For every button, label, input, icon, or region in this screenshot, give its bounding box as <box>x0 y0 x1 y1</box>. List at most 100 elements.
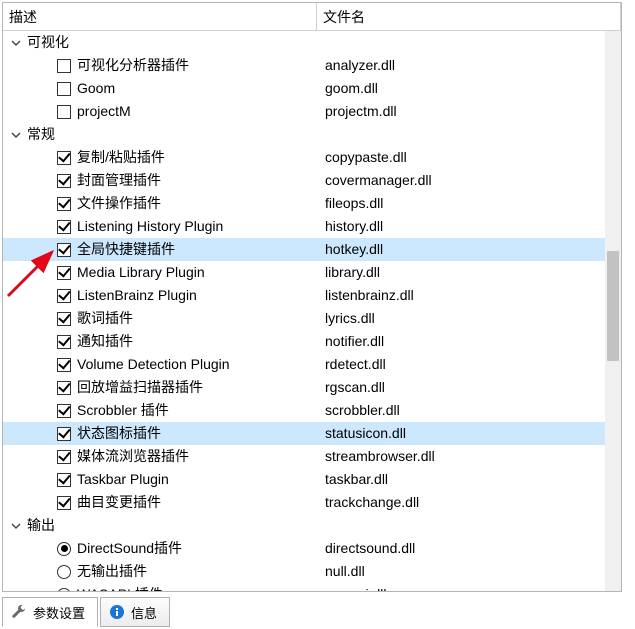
item-filename: wasapi.dll <box>317 583 605 591</box>
list-item[interactable]: 曲目变更插件 trackchange.dll <box>3 491 605 514</box>
radio[interactable] <box>57 565 71 579</box>
list-item[interactable]: 可视化分析器插件 analyzer.dll <box>3 54 605 77</box>
item-label: Media Library Plugin <box>77 261 205 284</box>
group-row[interactable]: 可视化 <box>3 31 605 54</box>
item-label: 媒体流浏览器插件 <box>77 445 189 468</box>
checkbox[interactable] <box>57 404 71 418</box>
list-item[interactable]: 通知插件 notifier.dll <box>3 330 605 353</box>
checkbox[interactable] <box>57 312 71 326</box>
item-label: 曲目变更插件 <box>77 491 161 514</box>
list-item[interactable]: Goom goom.dll <box>3 77 605 100</box>
list-item[interactable]: 全局快捷键插件 hotkey.dll <box>3 238 605 261</box>
group-label: 可视化 <box>27 31 69 54</box>
list-item[interactable]: Media Library Plugin library.dll <box>3 261 605 284</box>
item-filename: copypaste.dll <box>317 146 605 169</box>
checkbox[interactable] <box>57 358 71 372</box>
checkbox[interactable] <box>57 473 71 487</box>
list-item[interactable]: projectM projectm.dll <box>3 100 605 123</box>
item-filename: statusicon.dll <box>317 422 605 445</box>
checkbox[interactable] <box>57 59 71 73</box>
chevron-down-icon[interactable] <box>9 519 23 533</box>
item-filename: lyrics.dll <box>317 307 605 330</box>
item-filename: streambrowser.dll <box>317 445 605 468</box>
list-item[interactable]: 回放增益扫描器插件 rgscan.dll <box>3 376 605 399</box>
list-item[interactable]: 状态图标插件 statusicon.dll <box>3 422 605 445</box>
checkbox[interactable] <box>57 105 71 119</box>
wrench-icon <box>11 604 27 620</box>
bottom-tabs: 参数设置 信息 <box>2 597 172 627</box>
item-label: 无输出插件 <box>77 560 147 583</box>
item-label: WASAPI 插件 <box>77 583 163 591</box>
list-item[interactable]: 媒体流浏览器插件 streambrowser.dll <box>3 445 605 468</box>
item-filename: scrobbler.dll <box>317 399 605 422</box>
tab-info[interactable]: 信息 <box>100 597 170 627</box>
item-filename: fileops.dll <box>317 192 605 215</box>
checkbox[interactable] <box>57 220 71 234</box>
plugins-panel: 描述 文件名 可视化 可视化分析器插件 analyzer.dll Goom go… <box>2 2 622 592</box>
list-item[interactable]: 文件操作插件 fileops.dll <box>3 192 605 215</box>
checkbox[interactable] <box>57 243 71 257</box>
group-label: 常规 <box>27 123 55 146</box>
item-filename: covermanager.dll <box>317 169 605 192</box>
list-item[interactable]: Volume Detection Plugin rdetect.dll <box>3 353 605 376</box>
checkbox[interactable] <box>57 450 71 464</box>
header-description[interactable]: 描述 <box>3 3 317 30</box>
item-label: ListenBrainz Plugin <box>77 284 197 307</box>
list-item[interactable]: Scrobbler 插件 scrobbler.dll <box>3 399 605 422</box>
checkbox[interactable] <box>57 335 71 349</box>
checkbox[interactable] <box>57 427 71 441</box>
checkbox[interactable] <box>57 266 71 280</box>
list-item[interactable]: 无输出插件 null.dll <box>3 560 605 583</box>
checkbox[interactable] <box>57 197 71 211</box>
item-filename: directsound.dll <box>317 537 605 560</box>
item-label: Volume Detection Plugin <box>77 353 230 376</box>
tab-info-label: 信息 <box>131 603 157 622</box>
list-item[interactable]: ListenBrainz Plugin listenbrainz.dll <box>3 284 605 307</box>
chevron-down-icon[interactable] <box>9 128 23 142</box>
chevron-down-icon[interactable] <box>9 36 23 50</box>
item-label: 状态图标插件 <box>77 422 161 445</box>
item-filename: taskbar.dll <box>317 468 605 491</box>
item-filename: goom.dll <box>317 77 605 100</box>
item-label: 复制/粘贴插件 <box>77 146 165 169</box>
plugin-tree[interactable]: 可视化 可视化分析器插件 analyzer.dll Goom goom.dll … <box>3 31 605 591</box>
radio[interactable] <box>57 588 71 592</box>
item-label: Goom <box>77 77 115 100</box>
scrollbar[interactable] <box>605 31 621 591</box>
checkbox[interactable] <box>57 151 71 165</box>
list-item[interactable]: 复制/粘贴插件 copypaste.dll <box>3 146 605 169</box>
checkbox[interactable] <box>57 381 71 395</box>
checkbox[interactable] <box>57 496 71 510</box>
item-filename: hotkey.dll <box>317 238 605 261</box>
list-item[interactable]: DirectSound插件 directsound.dll <box>3 537 605 560</box>
list-item[interactable]: 封面管理插件 covermanager.dll <box>3 169 605 192</box>
item-filename: null.dll <box>317 560 605 583</box>
tab-settings[interactable]: 参数设置 <box>2 597 98 627</box>
radio[interactable] <box>57 542 71 556</box>
item-label: projectM <box>77 100 131 123</box>
list-item[interactable]: 歌词插件 lyrics.dll <box>3 307 605 330</box>
item-label: 全局快捷键插件 <box>77 238 175 261</box>
group-row[interactable]: 输出 <box>3 514 605 537</box>
item-filename: library.dll <box>317 261 605 284</box>
list-item[interactable]: Listening History Plugin history.dll <box>3 215 605 238</box>
item-filename: rgscan.dll <box>317 376 605 399</box>
scrollbar-thumb[interactable] <box>607 251 619 361</box>
group-label: 输出 <box>27 514 55 537</box>
item-label: Listening History Plugin <box>77 215 223 238</box>
item-filename: projectm.dll <box>317 100 605 123</box>
item-label: 可视化分析器插件 <box>77 54 189 77</box>
group-row[interactable]: 常规 <box>3 123 605 146</box>
list-item[interactable]: Taskbar Plugin taskbar.dll <box>3 468 605 491</box>
header-filename[interactable]: 文件名 <box>317 3 621 30</box>
item-filename: notifier.dll <box>317 330 605 353</box>
column-headers: 描述 文件名 <box>3 3 621 31</box>
item-label: 歌词插件 <box>77 307 133 330</box>
item-filename: analyzer.dll <box>317 54 605 77</box>
checkbox[interactable] <box>57 289 71 303</box>
list-item[interactable]: WASAPI 插件 wasapi.dll <box>3 583 605 591</box>
checkbox[interactable] <box>57 174 71 188</box>
checkbox[interactable] <box>57 82 71 96</box>
item-filename: trackchange.dll <box>317 491 605 514</box>
item-label: DirectSound插件 <box>77 537 182 560</box>
